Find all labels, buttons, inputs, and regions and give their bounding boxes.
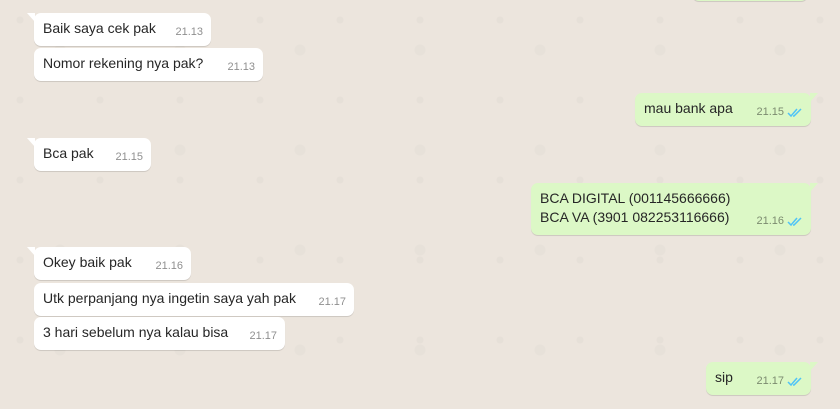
double-check-icon [787, 108, 802, 118]
message-time: 21.15 [115, 151, 143, 163]
message-bubble-incoming[interactable]: Utk perpanjang nya ingetin saya yah pak … [34, 283, 354, 316]
message-text: Nomor rekening nya pak? [43, 55, 204, 71]
message-text: Baik saya cek pak [43, 20, 156, 36]
message-meta: 21.16 [756, 212, 803, 231]
message-bubble-incoming[interactable]: Bca pak 21.15 [27, 138, 151, 171]
message-text: BCA DIGITAL (001145666666) BCA VA (3901 … [540, 190, 731, 225]
message-text: 3 hari sebelum nya kalau bisa [43, 324, 229, 340]
message-bubble-incoming[interactable]: 3 hari sebelum nya kalau bisa 21.17 [34, 317, 285, 350]
message-bubble-outgoing[interactable]: BCA DIGITAL (001145666666) BCA VA (3901 … [531, 183, 818, 235]
message-time: 21.17 [756, 375, 784, 387]
message-time: 21.16 [756, 215, 784, 227]
message-text: Utk perpanjang nya ingetin saya yah pak [43, 290, 296, 306]
message-text: Okey baik pak [43, 254, 132, 270]
message-text: sip [715, 369, 733, 385]
message-bubble-incoming[interactable]: Baik saya cek pak 21.13 [27, 13, 211, 46]
chat-message-list[interactable]: Baik saya cek pak 21.13 Nomor rekening n… [0, 0, 840, 409]
message-meta: 21.13 [227, 58, 255, 77]
double-check-icon [787, 217, 802, 227]
message-bubble-incoming[interactable]: Okey baik pak 21.16 [27, 247, 191, 280]
message-meta: 21.13 [175, 23, 203, 42]
message-bubble-outgoing[interactable]: sip 21.17 [706, 362, 818, 395]
message-bubble-incoming[interactable]: Nomor rekening nya pak? 21.13 [34, 48, 263, 81]
message-time: 21.15 [756, 106, 784, 118]
message-text: Bca pak [43, 145, 94, 161]
message-bubble-outgoing[interactable]: mau bank apa 21.15 [635, 93, 818, 126]
message-meta: 21.17 [756, 372, 803, 391]
double-check-icon [787, 377, 802, 387]
message-meta: 21.15 [756, 103, 803, 122]
message-time: 21.16 [155, 260, 183, 272]
message-meta: 21.15 [115, 148, 143, 167]
message-time: 21.17 [318, 296, 346, 308]
message-meta: 21.17 [249, 327, 277, 346]
message-bubble-outgoing[interactable] [692, 0, 808, 1]
message-meta: 21.16 [155, 257, 183, 276]
message-time: 21.13 [175, 26, 203, 38]
message-text: mau bank apa [644, 100, 733, 116]
message-time: 21.17 [249, 330, 277, 342]
message-time: 21.13 [227, 61, 255, 73]
message-meta: 21.17 [318, 293, 346, 312]
